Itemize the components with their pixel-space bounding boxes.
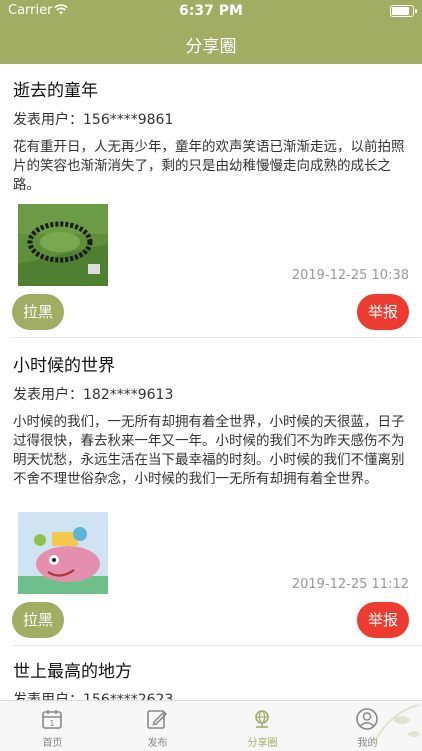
edit-icon	[147, 710, 168, 729]
page-title: 分享圈	[185, 37, 237, 57]
post-image[interactable]	[18, 204, 108, 286]
post-time: 2019-12-25 10:38	[291, 268, 409, 283]
post-body: 小时候的我们，一无所有却拥有着全世界，小时候的天很蓝，日子过得很快，春去秋来一年…	[13, 414, 405, 487]
decorative-leaf-pattern	[371, 704, 421, 746]
tab-home[interactable]: 1 首页	[0, 701, 105, 751]
post-divider	[13, 645, 422, 646]
battery-icon	[390, 5, 417, 17]
tab-label: 发布	[147, 738, 168, 749]
post-title: 小时候的世界	[13, 356, 115, 376]
tab-publish[interactable]: 发布	[105, 701, 210, 751]
report-button[interactable]: 举报	[357, 602, 409, 638]
report-button[interactable]: 举报	[357, 294, 409, 330]
status-time: 6:37 PM	[179, 3, 243, 19]
block-button[interactable]: 拉黑	[12, 602, 64, 638]
block-button[interactable]: 拉黑	[12, 294, 64, 330]
post-divider	[13, 337, 422, 338]
post-card: 逝去的童年 发表用户：156****9861 花有重开日，人无再少年，童年的欢声…	[0, 64, 422, 339]
post-time: 2019-12-25 11:12	[291, 577, 409, 592]
post-feed[interactable]: 逝去的童年 发表用户：156****9861 花有重开日，人无再少年，童年的欢声…	[0, 64, 422, 700]
svg-text:1: 1	[49, 719, 54, 728]
tab-bar: 1 首页 发布 分享圈 我的	[0, 700, 422, 751]
post-card: 世上最高的地方 发表用户：156****2623	[0, 649, 422, 700]
post-card: 小时候的世界 发表用户：182****9613 小时候的我们，一无所有却拥有着全…	[0, 339, 422, 649]
post-user: 发表用户：156****9861	[13, 112, 174, 128]
post-image[interactable]	[18, 512, 108, 594]
post-body: 花有重开日，人无再少年，童年的欢声笑语已渐渐走远，以前拍照片的笑容也渐渐消失了，…	[13, 139, 405, 193]
status-bar: Carrier 6:37 PM	[0, 0, 422, 22]
post-user: 发表用户：182****9613	[13, 387, 174, 403]
globe-icon	[255, 710, 269, 728]
calendar-icon: 1	[42, 710, 62, 729]
nav-header: Carrier 6:37 PM 分享圈	[0, 0, 422, 64]
tab-label: 首页	[42, 738, 63, 749]
post-title: 逝去的童年	[13, 81, 98, 101]
post-title: 世上最高的地方	[13, 662, 132, 682]
tab-share-circle[interactable]: 分享圈	[210, 701, 315, 751]
post-user: 发表用户：156****2623	[13, 692, 174, 700]
tab-label: 分享圈	[247, 738, 278, 749]
